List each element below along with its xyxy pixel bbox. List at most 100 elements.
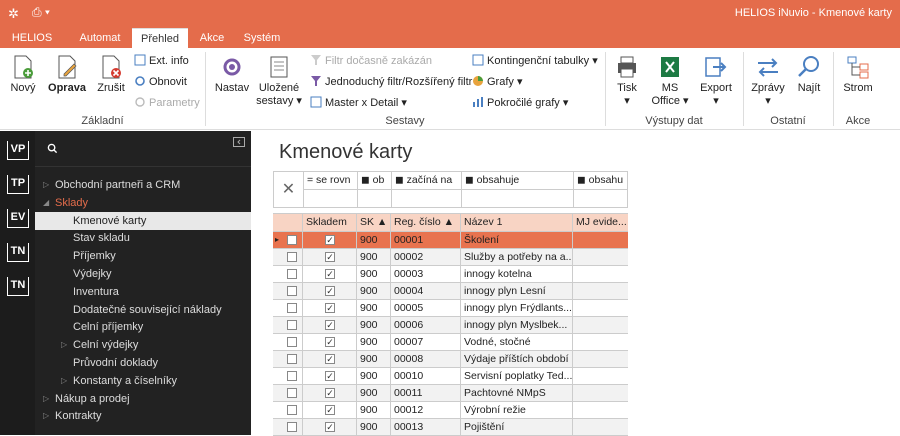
row-selector[interactable] xyxy=(273,385,303,401)
cell-name[interactable]: Školení xyxy=(461,232,573,248)
ext-info-button[interactable]: Ext. info xyxy=(134,54,189,67)
cell-reg[interactable]: 00007 xyxy=(391,334,461,350)
filter-operator-name[interactable]: ◼ obsahuje xyxy=(462,172,574,190)
cell-mj[interactable] xyxy=(573,300,628,316)
row-checkbox[interactable] xyxy=(287,354,297,364)
filter-operator-skladem[interactable]: = se rovn xyxy=(304,172,358,190)
cell-reg[interactable]: 00006 xyxy=(391,317,461,333)
table-row[interactable]: ✓ 900 00005 innogy plyn Frýdlants... xyxy=(273,300,628,317)
row-checkbox[interactable] xyxy=(287,235,297,245)
row-selector[interactable] xyxy=(273,368,303,384)
stock-checkbox[interactable]: ✓ xyxy=(325,235,335,245)
nav-item[interactable]: ▷ Nákup a prodej xyxy=(35,390,251,408)
filter-operator-reg[interactable]: ◼ začíná na xyxy=(392,172,462,190)
nav-item[interactable]: ▷ Kontrakty xyxy=(35,407,251,425)
stock-checkbox[interactable]: ✓ xyxy=(325,354,335,364)
expand-arrow-icon[interactable]: ▷ xyxy=(43,390,49,408)
stock-checkbox[interactable]: ✓ xyxy=(325,422,335,432)
table-row[interactable]: ✓ 900 00007 Vodné, stočné xyxy=(273,334,628,351)
cell-mj[interactable] xyxy=(573,283,628,299)
stock-checkbox[interactable]: ✓ xyxy=(325,286,335,296)
nav-item[interactable]: ◢ Sklady xyxy=(35,194,251,212)
cell-sk[interactable]: 900 xyxy=(357,385,391,401)
cell-name[interactable]: innogy plyn Frýdlants... xyxy=(461,300,573,316)
tab-system[interactable]: Systém xyxy=(238,28,286,48)
pivot-tables-button[interactable]: Kontingenční tabulky ▾ xyxy=(472,54,598,67)
column-header-mj[interactable]: MJ evide... xyxy=(573,214,628,232)
table-row[interactable]: ✓ 900 00004 innogy plyn Lesní xyxy=(273,283,628,300)
row-checkbox[interactable] xyxy=(287,252,297,262)
table-row[interactable]: ✓ 900 00013 Pojištění xyxy=(273,419,628,436)
cell-name[interactable]: Výdaje příštích období xyxy=(461,351,573,367)
messages-button[interactable]: Zprávy ▾ xyxy=(748,54,788,107)
nav-item[interactable]: Výdejky xyxy=(35,265,251,283)
stock-checkbox[interactable]: ✓ xyxy=(325,320,335,330)
cell-sk[interactable]: 900 xyxy=(357,300,391,316)
row-selector[interactable] xyxy=(273,266,303,282)
nav-item[interactable]: Průvodní doklady xyxy=(35,354,251,372)
column-header-sk[interactable]: SK ▲ xyxy=(357,214,391,232)
cell-sk[interactable]: 900 xyxy=(357,317,391,333)
row-selector[interactable] xyxy=(273,334,303,350)
cell-sk[interactable]: 900 xyxy=(357,368,391,384)
filter-input-name[interactable] xyxy=(462,190,574,207)
filter-disabled-button[interactable]: Filtr dočasně zakázán xyxy=(310,54,432,67)
module-button-ev[interactable]: EV xyxy=(7,209,29,228)
stock-checkbox[interactable]: ✓ xyxy=(325,371,335,381)
cell-mj[interactable] xyxy=(573,368,628,384)
table-row[interactable]: ✓ 900 00003 innogy kotelna xyxy=(273,266,628,283)
filter-operator-sk[interactable]: ◼ ob xyxy=(358,172,392,190)
module-button-vp[interactable]: VP xyxy=(7,141,29,160)
tab-prehled[interactable]: Přehled xyxy=(132,28,188,48)
cell-name[interactable]: Výrobní režie xyxy=(461,402,573,418)
cell-mj[interactable] xyxy=(573,385,628,401)
cell-name[interactable]: innogy kotelna xyxy=(461,266,573,282)
tab-helios[interactable]: HELIOS xyxy=(8,28,56,48)
table-row[interactable]: ✓ 900 00002 Služby a potřeby na a... xyxy=(273,249,628,266)
ms-office-button[interactable]: MS Office ▾ xyxy=(650,54,690,107)
cell-mj[interactable] xyxy=(573,402,628,418)
cell-reg[interactable]: 00012 xyxy=(391,402,461,418)
cell-sk[interactable]: 900 xyxy=(357,334,391,350)
nastav-button[interactable]: Nastav xyxy=(212,54,252,94)
cell-skladem[interactable]: ✓ xyxy=(303,368,357,384)
table-row[interactable]: ✓ 900 00010 Servisní poplatky Ted... xyxy=(273,368,628,385)
column-header-reg[interactable]: Reg. číslo ▲ xyxy=(391,214,461,232)
cell-reg[interactable]: 00002 xyxy=(391,249,461,265)
table-row[interactable]: ✓ 900 00006 innogy plyn Myslbek... xyxy=(273,317,628,334)
cell-skladem[interactable]: ✓ xyxy=(303,249,357,265)
nav-item[interactable]: Kmenové karty xyxy=(35,211,251,230)
edit-button[interactable]: Oprava xyxy=(46,54,88,94)
cell-mj[interactable] xyxy=(573,266,628,282)
print-button[interactable]: Tisk ▾ xyxy=(610,54,644,107)
quick-access-menu-icon[interactable]: ⎙ ▾ xyxy=(32,5,50,20)
stock-checkbox[interactable]: ✓ xyxy=(325,388,335,398)
nav-item[interactable]: Celní příjemky xyxy=(35,318,251,336)
cell-name[interactable]: Služby a potřeby na a... xyxy=(461,249,573,265)
module-button-tp[interactable]: TP xyxy=(7,175,29,194)
advanced-charts-button[interactable]: Pokročilé grafy ▾ xyxy=(472,96,568,109)
row-checkbox[interactable] xyxy=(287,405,297,415)
cell-sk[interactable]: 900 xyxy=(357,266,391,282)
row-selector[interactable] xyxy=(273,402,303,418)
find-button[interactable]: Najít xyxy=(792,54,826,94)
expanded-arrow-icon[interactable]: ◢ xyxy=(43,194,49,212)
filter-input-sk[interactable] xyxy=(358,190,392,207)
nav-item[interactable]: Příjemky xyxy=(35,247,251,265)
filter-input-reg[interactable] xyxy=(392,190,462,207)
cell-skladem[interactable]: ✓ xyxy=(303,232,357,248)
row-selector[interactable] xyxy=(273,249,303,265)
row-selector[interactable] xyxy=(273,283,303,299)
cell-reg[interactable]: 00011 xyxy=(391,385,461,401)
cell-sk[interactable]: 900 xyxy=(357,232,391,248)
cell-reg[interactable]: 00013 xyxy=(391,419,461,435)
row-checkbox[interactable] xyxy=(287,286,297,296)
new-button[interactable]: Nový xyxy=(4,54,42,94)
nav-item[interactable]: ▷ Obchodní partneři a CRM xyxy=(35,176,251,194)
cell-name[interactable]: innogy plyn Lesní xyxy=(461,283,573,299)
stock-checkbox[interactable]: ✓ xyxy=(325,269,335,279)
row-selector[interactable] xyxy=(273,419,303,435)
clear-filter-icon[interactable]: ✕ xyxy=(274,172,304,207)
nav-item[interactable]: Inventura xyxy=(35,283,251,301)
cell-mj[interactable] xyxy=(573,232,628,248)
